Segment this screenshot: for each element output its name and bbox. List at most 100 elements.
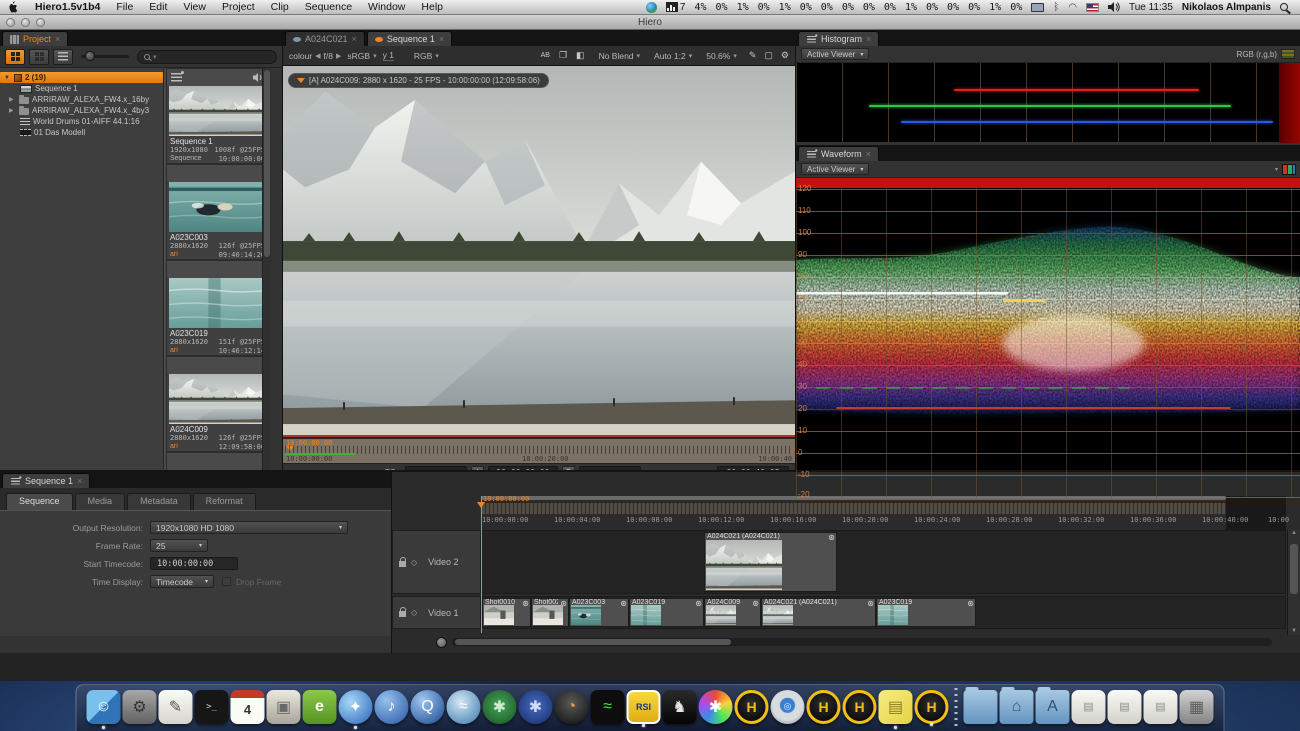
poster-frame-icon[interactable]: [171, 73, 182, 82]
viewer-image-area[interactable]: [A] A024C009: 2880 x 1620 - 25 FPS - 10:…: [283, 66, 795, 437]
chevron-down-icon[interactable]: ▾: [1275, 166, 1278, 173]
track-header-video1[interactable]: ◇ Video 1: [392, 596, 481, 629]
output-resolution-select[interactable]: 1920x1080 HD 1080 ▾: [150, 521, 348, 534]
input-language-flag-icon[interactable]: [1086, 3, 1099, 12]
lock-icon[interactable]: [399, 561, 406, 567]
fast-user-switch-name[interactable]: Nikolaos Almpanis: [1182, 2, 1271, 13]
close-icon[interactable]: ×: [55, 34, 60, 44]
clip-a023c019[interactable]: A023C019 ⊛: [629, 598, 704, 627]
clip-shot0010[interactable]: Shot0010 ⊛: [482, 598, 531, 627]
menu-edit[interactable]: Edit: [149, 1, 167, 13]
subtab-media[interactable]: Media: [75, 493, 126, 510]
lock-icon[interactable]: [399, 611, 406, 617]
channels-select[interactable]: RGB ▾: [414, 51, 439, 61]
dock-stickies[interactable]: ▤: [879, 690, 913, 724]
close-icon[interactable]: ×: [866, 34, 871, 44]
close-icon[interactable]: ×: [77, 476, 82, 486]
dock-itunes[interactable]: ♪: [375, 690, 409, 724]
menu-view[interactable]: View: [183, 1, 206, 13]
dock-hiero-2[interactable]: H: [807, 690, 841, 724]
grid-view-button[interactable]: [5, 49, 25, 65]
dock-openoffice[interactable]: ≈: [447, 690, 481, 724]
updater-menu-icon[interactable]: [646, 2, 657, 13]
dock-baselight[interactable]: ♞: [663, 690, 697, 724]
project-search-input[interactable]: ▾: [137, 50, 277, 64]
bin-row-das-modell[interactable]: 01 Das Modell: [0, 127, 163, 138]
scrollbar-thumb[interactable]: [1290, 544, 1298, 594]
dock-stack-documents-2[interactable]: ▤: [1108, 690, 1142, 724]
menu-sequence[interactable]: Sequence: [305, 1, 352, 13]
histogram-mode-select[interactable]: RGB (r,g,b): [1237, 50, 1277, 59]
dock-trash[interactable]: ▦: [1180, 690, 1214, 724]
bin-row-project-root[interactable]: ▼ 2 (19): [0, 72, 163, 83]
subtab-reformat[interactable]: Reformat: [193, 493, 256, 510]
zoom-select[interactable]: 50.6% ▾: [706, 51, 737, 61]
viewer-timeline-strip[interactable]: 10:00:00:00 10:00:00:00 10:00:20:00 10:0…: [283, 439, 795, 463]
decrement-icon[interactable]: ◀: [315, 52, 320, 60]
stack-mode-button[interactable]: ❐: [559, 50, 567, 61]
subtab-sequence[interactable]: Sequence: [6, 493, 73, 510]
thumbnail-size-slider[interactable]: [81, 55, 129, 58]
bin-thumb-sequence-1[interactable]: Sequence 1 1920x10801008f @25FPS Sequenc…: [166, 68, 269, 164]
guides-overlay-icon[interactable]: ▢: [764, 50, 773, 61]
enable-track-icon[interactable]: ◇: [411, 608, 417, 617]
clip-shot0020[interactable]: Shot0020 ⊛: [531, 598, 569, 627]
apple-menu-icon[interactable]: [8, 1, 19, 13]
dock-folder-library[interactable]: ⌂: [1000, 690, 1034, 724]
tab-a024c021[interactable]: A024C021 ×: [285, 31, 365, 46]
annotation-pen-icon[interactable]: ✎: [749, 50, 757, 61]
timeline-vertical-scrollbar[interactable]: ▲ ▼: [1287, 530, 1300, 635]
wipe-mode-button[interactable]: ◧: [576, 50, 585, 61]
clip-a024c009[interactable]: A024C009 ⊛: [704, 598, 761, 627]
slider-knob[interactable]: [85, 51, 95, 61]
track-lane-video1[interactable]: Shot0010 ⊛ Shot0020 ⊛ A023C003 ⊛ A023C01…: [481, 596, 1286, 629]
increment-icon[interactable]: ▶: [336, 52, 341, 60]
clip-a023c019-2[interactable]: A023C019 ⊛: [876, 598, 976, 627]
clip-a024c021-v1[interactable]: A024C021 (A024C021) ⊛: [761, 598, 876, 627]
dock-evernote[interactable]: e: [303, 690, 337, 724]
dock-rsi-guard[interactable]: RSI: [627, 690, 661, 724]
timeline-horizontal-scrollbar[interactable]: [392, 635, 1286, 649]
bin-row-arriraw-4by3[interactable]: ▶ ARRIRAW_ALEXA_FW4.x_4by3: [0, 105, 163, 116]
bluetooth-menu-icon[interactable]: ᛒ: [1053, 2, 1059, 13]
wifi-menu-icon[interactable]: ◠: [1068, 2, 1077, 13]
dock-folder-applications[interactable]: A: [1036, 690, 1070, 724]
dock-lens-app[interactable]: ◎: [771, 690, 805, 724]
istat-menu-icon[interactable]: 7: [666, 2, 686, 13]
dock-terminal[interactable]: >_: [195, 690, 229, 724]
bin-row-world-drums[interactable]: World Drums 01-AIFF 44.1:16: [0, 116, 163, 127]
menu-clip[interactable]: Clip: [271, 1, 289, 13]
dock-activity-monitor[interactable]: ≈: [591, 690, 625, 724]
dock-textedit[interactable]: ✎: [159, 690, 193, 724]
enable-track-icon[interactable]: ◇: [411, 558, 417, 567]
bin-thumb-a024c009[interactable]: A024C009 2880x1620126f @25FPS ari12:09:5…: [166, 356, 269, 452]
spotlight-icon[interactable]: [1280, 3, 1288, 11]
dock-hiero[interactable]: H: [735, 690, 769, 724]
dock-photos[interactable]: ▣: [267, 690, 301, 724]
rgb-parade-icon[interactable]: [1282, 164, 1296, 175]
colorspace-select[interactable]: sRGB ▾: [347, 51, 376, 61]
dock-hiero-player[interactable]: H: [843, 690, 877, 724]
collapse-icon[interactable]: ▼: [4, 75, 11, 81]
scroll-up-icon[interactable]: ▲: [1291, 530, 1297, 536]
scale-mode-select[interactable]: Auto 1:2 ▾: [654, 51, 692, 61]
dock-disk-utility[interactable]: ⚙: [123, 690, 157, 724]
detail-view-button[interactable]: [53, 49, 73, 65]
clip-a024c021-v2[interactable]: A024C021 (A024C021) ⊛: [704, 532, 837, 592]
close-icon[interactable]: ×: [439, 34, 444, 44]
frame-rate-select[interactable]: 25 ▾: [150, 539, 208, 552]
viewer-info-bar[interactable]: [A] A024C009: 2880 x 1620 - 25 FPS - 10:…: [288, 73, 549, 88]
tab-waveform[interactable]: Waveform ×: [798, 146, 879, 161]
ab-compare-button[interactable]: AB: [541, 52, 550, 59]
bin-scrollbar[interactable]: [262, 68, 271, 484]
histogram-source-select[interactable]: Active Viewer ▾: [801, 48, 869, 60]
dock-quicktime[interactable]: Q: [411, 690, 445, 724]
expander-icon[interactable]: ▶: [9, 107, 16, 114]
menubar-clock[interactable]: Tue 11:35: [1129, 2, 1173, 13]
viewer-settings-gear-icon[interactable]: ⚙: [781, 50, 789, 61]
dock-fan-green[interactable]: ✱: [483, 690, 517, 724]
window-titlebar[interactable]: Hiero: [0, 15, 1300, 30]
drop-frame-checkbox[interactable]: [222, 577, 231, 586]
scrollbar-track[interactable]: [452, 638, 1272, 646]
dock-folder-downloads[interactable]: [964, 690, 998, 724]
